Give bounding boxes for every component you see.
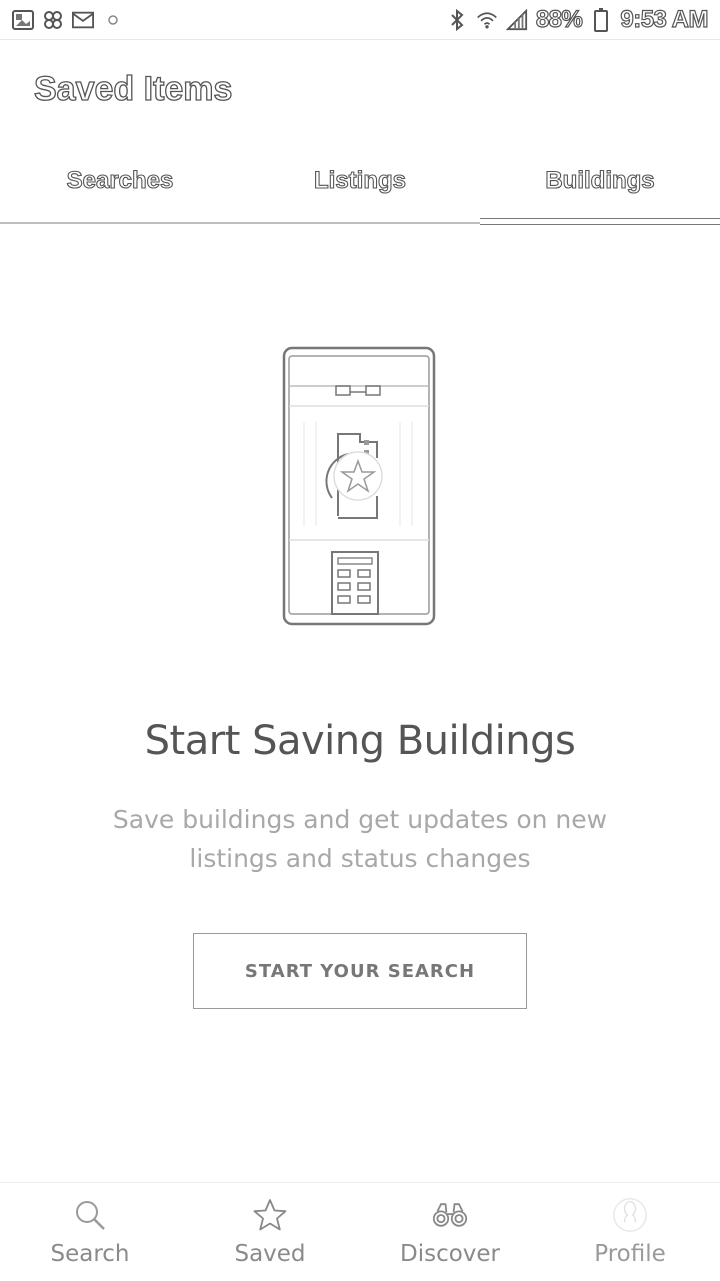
- search-icon: [72, 1197, 108, 1233]
- pinwheel-icon: [42, 9, 64, 31]
- tab-bar: Searches Listings Buildings: [0, 140, 720, 225]
- nav-item-search[interactable]: Search: [0, 1183, 180, 1281]
- battery-percentage: 88%: [535, 5, 583, 33]
- nav-item-discover[interactable]: Discover: [360, 1183, 540, 1281]
- star-icon: [252, 1197, 288, 1233]
- nav-item-saved[interactable]: Saved: [180, 1183, 360, 1281]
- clock: 9:53 AM: [620, 5, 709, 33]
- nav-label-search: Search: [50, 1241, 130, 1267]
- nav-label-discover: Discover: [399, 1241, 501, 1267]
- bottom-nav: Search Saved Discover Profile: [0, 1182, 720, 1281]
- phone-building-star-illustration: [282, 346, 438, 628]
- bluetooth-icon: [446, 8, 468, 31]
- app-header: Saved Items: [0, 40, 720, 140]
- nav-label-saved: Saved: [234, 1241, 306, 1267]
- page-title: Saved Items: [33, 69, 233, 108]
- nav-item-profile[interactable]: Profile: [540, 1183, 720, 1281]
- start-your-search-button[interactable]: START YOUR SEARCH: [193, 933, 527, 1009]
- battery-icon: [590, 7, 612, 32]
- empty-state-description: Save buildings and get updates on new li…: [112, 805, 608, 873]
- status-bar: 88% 9:53 AM: [0, 0, 720, 40]
- status-left: [12, 9, 124, 31]
- binoculars-icon: [432, 1197, 468, 1233]
- image-icon: [12, 9, 34, 31]
- empty-state-title: Start Saving Buildings: [144, 718, 576, 764]
- nav-label-profile: Profile: [594, 1241, 666, 1267]
- gmail-icon: [72, 9, 94, 31]
- dot-icon: [102, 9, 124, 31]
- status-right: 88% 9:53 AM: [446, 5, 709, 34]
- tab-buildings[interactable]: Buildings: [480, 140, 720, 225]
- wifi-icon: [476, 9, 498, 31]
- tab-searches[interactable]: Searches: [0, 140, 240, 222]
- tab-listings[interactable]: Listings: [240, 140, 480, 222]
- profile-icon: [612, 1197, 648, 1233]
- signal-icon: [505, 8, 528, 31]
